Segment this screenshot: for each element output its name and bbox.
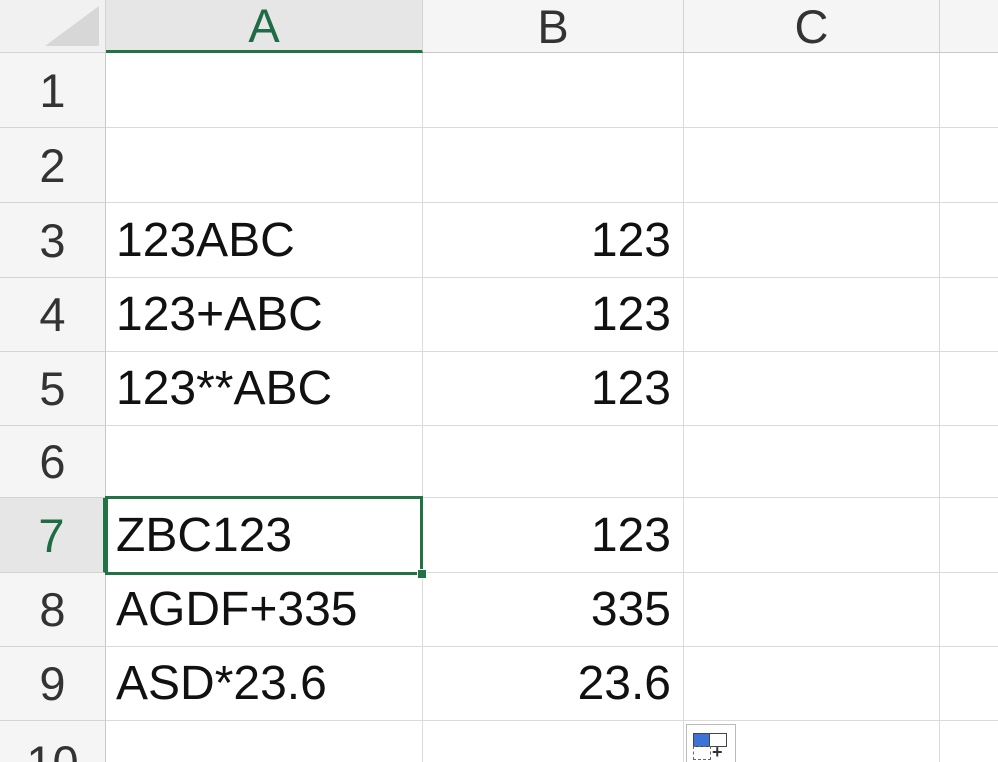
- cell-b6[interactable]: [423, 426, 684, 498]
- cell-d4[interactable]: [940, 278, 998, 352]
- spreadsheet-grid: A B C 1 2 3 123ABC 123 4 123+ABC 123 5 1…: [0, 0, 998, 762]
- cell-c2[interactable]: [684, 128, 940, 203]
- cell-d5[interactable]: [940, 352, 998, 426]
- cell-d2[interactable]: [940, 128, 998, 203]
- cell-b8[interactable]: 335: [423, 573, 684, 647]
- cell-c3[interactable]: [684, 203, 940, 278]
- row-header-5[interactable]: 5: [0, 352, 106, 426]
- cell-b3[interactable]: 123: [423, 203, 684, 278]
- row-header-8[interactable]: 8: [0, 573, 106, 647]
- cell-a7[interactable]: ZBC123: [106, 498, 423, 573]
- cell-d6[interactable]: [940, 426, 998, 498]
- paste-options-icon[interactable]: +: [686, 724, 736, 762]
- column-header-a[interactable]: A: [106, 0, 423, 53]
- row-header-3[interactable]: 3: [0, 203, 106, 278]
- row-header-9[interactable]: 9: [0, 647, 106, 721]
- row-header-4[interactable]: 4: [0, 278, 106, 352]
- cell-a6[interactable]: [106, 426, 423, 498]
- cell-d7[interactable]: [940, 498, 998, 573]
- cell-c8[interactable]: [684, 573, 940, 647]
- cell-a8[interactable]: AGDF+335: [106, 573, 423, 647]
- plus-icon: +: [712, 742, 723, 762]
- cell-c7[interactable]: [684, 498, 940, 573]
- column-header-d-partial[interactable]: [940, 0, 998, 53]
- cell-b1[interactable]: [423, 53, 684, 128]
- fill-handle[interactable]: [417, 569, 427, 579]
- cell-c4[interactable]: [684, 278, 940, 352]
- cell-a5[interactable]: 123**ABC: [106, 352, 423, 426]
- select-all-triangle-icon: [45, 6, 99, 46]
- cell-a10[interactable]: [106, 721, 423, 762]
- cell-d10[interactable]: [940, 721, 998, 762]
- row-header-6[interactable]: 6: [0, 426, 106, 498]
- cell-a4[interactable]: 123+ABC: [106, 278, 423, 352]
- row-header-10[interactable]: 10: [0, 721, 106, 762]
- row-header-1[interactable]: 1: [0, 53, 106, 128]
- cell-b2[interactable]: [423, 128, 684, 203]
- row-header-7[interactable]: 7: [0, 498, 106, 573]
- paste-options-grid-icon: [693, 746, 711, 760]
- row-header-2[interactable]: 2: [0, 128, 106, 203]
- column-header-b[interactable]: B: [423, 0, 684, 53]
- cell-b9[interactable]: 23.6: [423, 647, 684, 721]
- cell-b5[interactable]: 123: [423, 352, 684, 426]
- cell-c5[interactable]: [684, 352, 940, 426]
- cell-d3[interactable]: [940, 203, 998, 278]
- cell-d8[interactable]: [940, 573, 998, 647]
- cell-a9[interactable]: ASD*23.6: [106, 647, 423, 721]
- column-header-c[interactable]: C: [684, 0, 940, 53]
- cell-d1[interactable]: [940, 53, 998, 128]
- cell-a3[interactable]: 123ABC: [106, 203, 423, 278]
- cell-b7[interactable]: 123: [423, 498, 684, 573]
- cell-c1[interactable]: [684, 53, 940, 128]
- cell-c6[interactable]: [684, 426, 940, 498]
- cell-b4[interactable]: 123: [423, 278, 684, 352]
- cell-c9[interactable]: [684, 647, 940, 721]
- cell-b10[interactable]: [423, 721, 684, 762]
- cell-a1[interactable]: [106, 53, 423, 128]
- cell-a2[interactable]: [106, 128, 423, 203]
- cell-d9[interactable]: [940, 647, 998, 721]
- select-all-button[interactable]: [0, 0, 106, 53]
